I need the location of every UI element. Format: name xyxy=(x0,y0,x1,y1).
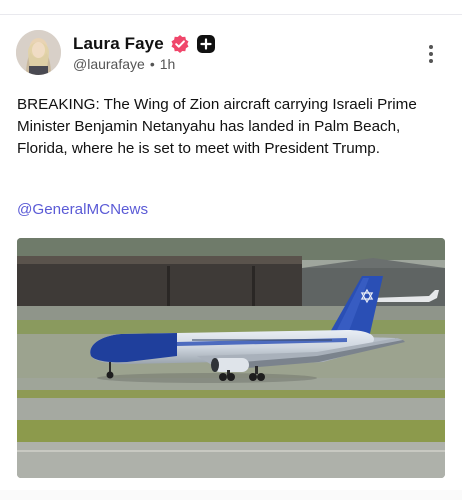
top-divider xyxy=(0,14,462,15)
post-text: BREAKING: The Wing of Zion aircraft carr… xyxy=(17,96,417,157)
author-name[interactable]: Laura Faye xyxy=(73,34,164,54)
bottom-edge xyxy=(0,490,462,500)
post-timestamp[interactable]: 1h xyxy=(160,56,176,72)
verified-badge-icon xyxy=(170,34,190,54)
post-image[interactable] xyxy=(17,238,445,478)
plus-badge-icon xyxy=(196,34,216,54)
more-vertical-icon[interactable] xyxy=(422,43,440,65)
separator-dot: • xyxy=(149,56,155,72)
author-handle[interactable]: @laurafaye xyxy=(73,56,145,72)
avatar[interactable] xyxy=(16,30,61,75)
mention-link[interactable]: @GeneralMCNews xyxy=(17,201,148,218)
